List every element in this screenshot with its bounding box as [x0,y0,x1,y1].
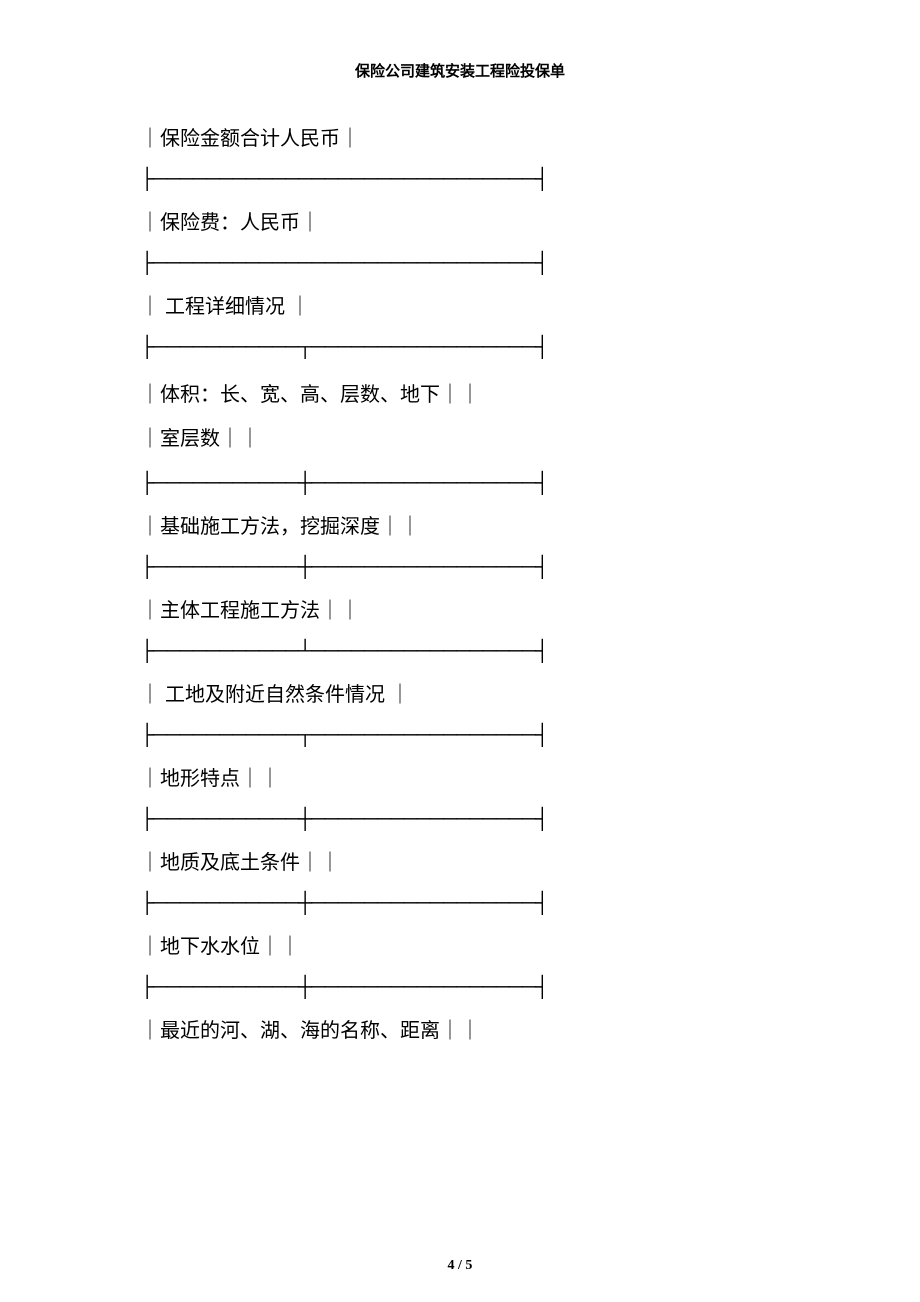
divider-split: ├───────────┼─────────────────┤ [140,469,780,497]
divider: ├─────────────────────────────┤ [140,249,780,277]
row-insured-amount: ｜保险金额合计人民币｜ [140,121,780,157]
divider-split: ├───────────┬─────────────────┤ [140,721,780,749]
divider-split: ├───────────┼─────────────────┤ [140,805,780,833]
divider-split: ├───────────┬─────────────────┤ [140,333,780,361]
row-volume-line2: ｜室层数｜｜ [140,428,260,450]
row-nearest-water: ｜最近的河、湖、海的名称、距离｜｜ [140,1013,780,1049]
row-terrain: ｜地形特点｜｜ [140,761,780,797]
row-main-construction-method: ｜主体工程施工方法｜｜ [140,593,780,629]
divider-split: ├───────────┼─────────────────┤ [140,889,780,917]
divider-split: ├───────────┴─────────────────┤ [140,637,780,665]
row-groundwater: ｜地下水水位｜｜ [140,929,780,965]
row-geology: ｜地质及底土条件｜｜ [140,845,780,881]
divider-split: ├───────────┼─────────────────┤ [140,553,780,581]
row-premium: ｜保险费：人民币｜ [140,205,780,241]
page-number: 4 / 5 [0,1258,920,1274]
row-volume-line1: ｜体积：长、宽、高、层数、地下｜｜ [140,384,480,406]
row-foundation-method: ｜基础施工方法，挖掘深度｜｜ [140,509,780,545]
row-volume: ｜体积：长、宽、高、层数、地下｜｜ ｜室层数｜｜ [140,373,780,461]
row-project-details-header: ｜ 工程详细情况 ｜ [140,289,780,325]
divider-split: ├───────────┼─────────────────┤ [140,973,780,1001]
divider: ├─────────────────────────────┤ [140,165,780,193]
page-header-title: 保险公司建筑安装工程险投保单 [140,60,780,81]
row-site-conditions-header: ｜ 工地及附近自然条件情况 ｜ [140,677,780,713]
